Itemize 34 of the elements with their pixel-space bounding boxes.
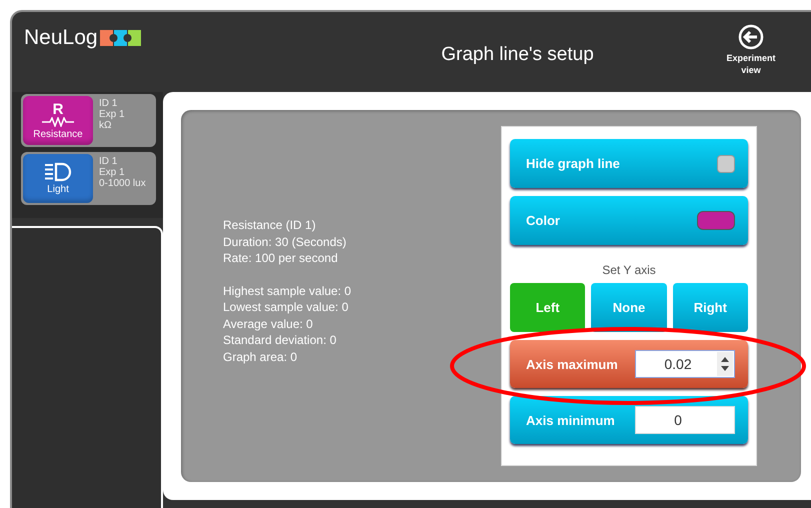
- headlight-icon: [43, 162, 73, 182]
- info-line: Duration: 30 (Seconds): [223, 234, 348, 250]
- sensor-name: Resistance: [33, 128, 83, 140]
- color-swatch[interactable]: [697, 211, 735, 230]
- sensor-detail: 0-1000 lux: [99, 178, 146, 189]
- row-label: Axis minimum: [526, 412, 615, 428]
- info-line: Graph area: 0: [223, 348, 298, 365]
- row-label: Axis maximum: [526, 356, 618, 372]
- info-line: Average value: 0: [223, 316, 314, 332]
- sensor-detail: kΩ: [99, 120, 112, 131]
- logo-icon: [100, 28, 142, 48]
- sensor-symbol: R: [52, 102, 64, 116]
- section-label: Set Y axis: [601, 263, 657, 277]
- logo-text: NeuLog: [24, 26, 98, 50]
- row-label: Color: [526, 213, 560, 228]
- sensor-detail: Exp 1: [99, 109, 125, 120]
- experiment-view-button[interactable]: Experiment view: [719, 12, 783, 76]
- sensor-card[interactable]: R Resistance ID 1 Exp 1 kΩ: [21, 94, 156, 147]
- number-field[interactable]: 0: [635, 406, 735, 434]
- sensor-detail: ID 1: [99, 98, 118, 109]
- info-line: Standard deviation: 0: [223, 332, 338, 348]
- sensor-detail: Exp 1: [99, 167, 126, 178]
- info-line: Highest sample value: 0: [223, 282, 352, 299]
- screen-title: Graph line's setup: [440, 43, 595, 66]
- checkbox[interactable]: [717, 154, 735, 172]
- info-line: Resistance (ID 1): [223, 217, 317, 234]
- sensor-card[interactable]: Light ID 1 Exp 1 0-1000 lux: [21, 152, 156, 205]
- sensor-detail: ID 1: [99, 156, 118, 167]
- spinner-icon[interactable]: [717, 352, 733, 376]
- row-label: Hide graph line: [526, 156, 620, 171]
- axis-option-button[interactable]: Left: [510, 283, 586, 332]
- info-line: Lowest sample value: 0: [223, 299, 350, 316]
- sensor-name: Light: [47, 184, 69, 195]
- info-line: Rate: 100 per second: [223, 250, 339, 266]
